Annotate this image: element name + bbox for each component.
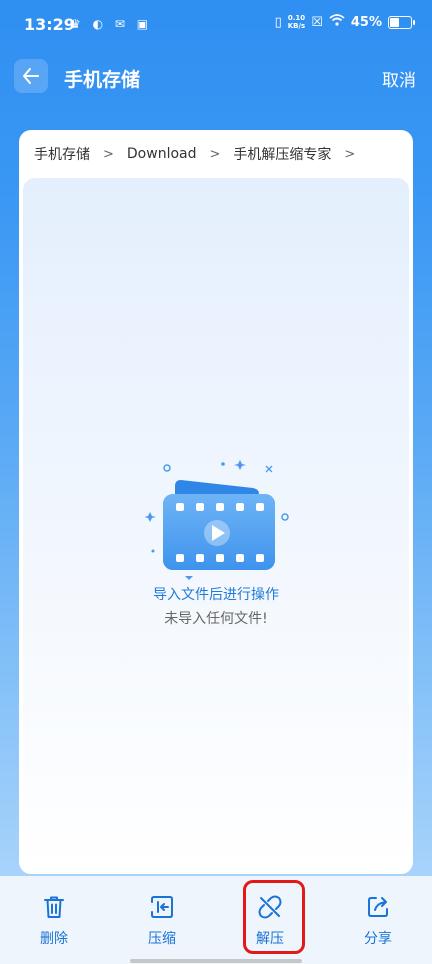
- status-time: 13:29: [24, 15, 75, 34]
- share-icon: [368, 897, 388, 917]
- chevron-right-icon: >: [209, 146, 221, 162]
- status-bar: 13:29 ♛ ◐ ✉ ▣ ▯ 0.10 KB/s ☒ 45%: [0, 0, 432, 44]
- arrow-left-icon: [23, 68, 39, 84]
- notification-icons: ♛ ◐ ✉ ▣: [70, 17, 153, 31]
- net-speed: 0.10 KB/s: [288, 14, 305, 30]
- trash-icon: [44, 896, 64, 918]
- share-button[interactable]: 分享: [348, 894, 408, 948]
- compress-button[interactable]: 压缩: [132, 894, 192, 948]
- net-speed-unit: KB/s: [287, 22, 306, 30]
- empty-state-subtitle: 未导入任何文件!: [164, 611, 268, 627]
- wifi-icon: [329, 14, 345, 30]
- delete-button[interactable]: 删除: [24, 894, 84, 948]
- share-label: 分享: [364, 931, 392, 947]
- battery-icon: [388, 15, 415, 29]
- chevron-right-icon: >: [103, 146, 114, 162]
- breadcrumb: 手机存储 > Download > 手机解压缩专家 >: [19, 130, 413, 178]
- back-button[interactable]: [14, 59, 48, 93]
- compress-icon: [151, 896, 173, 918]
- empty-video-illustration-icon: [145, 460, 289, 580]
- breadcrumb-item-download[interactable]: Download: [127, 146, 197, 162]
- chevron-right-icon: >: [344, 146, 356, 162]
- breadcrumb-item-phone-storage[interactable]: 手机存储: [34, 144, 90, 164]
- breadcrumb-item-app-folder[interactable]: 手机解压缩专家: [233, 144, 331, 164]
- empty-state-title: 导入文件后进行操作: [153, 587, 279, 603]
- sim-off-icon: ☒: [311, 14, 323, 30]
- file-list-area: 导入文件后进行操作 未导入任何文件!: [23, 178, 409, 874]
- file-browser-card: 手机存储 > Download > 手机解压缩专家 > 导入文件后进行操作 未导…: [19, 130, 413, 874]
- extract-highlight-box: [243, 880, 305, 954]
- app-header: 手机存储 取消: [0, 56, 432, 100]
- status-right: ▯ 0.10 KB/s ☒ 45%: [274, 14, 415, 30]
- home-indicator[interactable]: [130, 959, 302, 963]
- net-speed-value: 0.10: [287, 14, 306, 22]
- delete-label: 删除: [40, 931, 68, 947]
- page-title: 手机存储: [64, 69, 141, 91]
- compress-label: 压缩: [148, 931, 176, 947]
- vibrate-icon: ▯: [274, 14, 282, 30]
- bottom-toolbar: 删除 压缩 解压 分享: [0, 876, 432, 964]
- cancel-button[interactable]: 取消: [382, 66, 416, 91]
- battery-percent: 45%: [350, 14, 382, 30]
